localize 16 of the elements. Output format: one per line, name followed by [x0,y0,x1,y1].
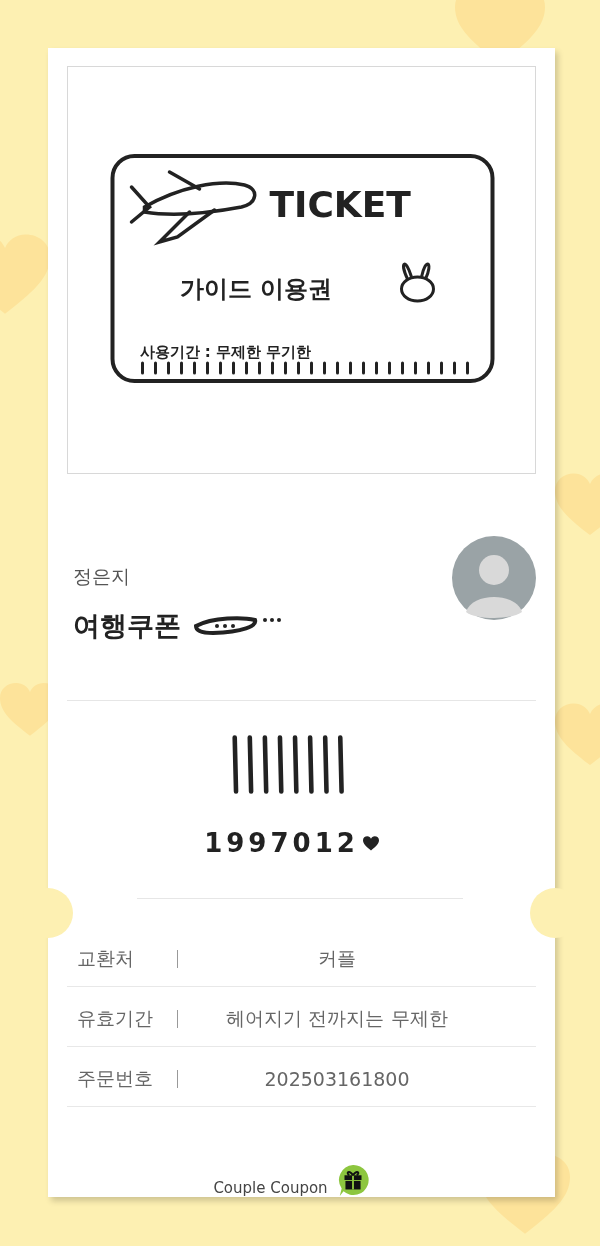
ticket-subtitle: 가이드 이용권 [179,275,332,303]
detail-value: 커플 [317,945,357,971]
detail-value: 202503161800 [263,1067,411,1090]
coupon-title: 여행쿠폰 [73,609,181,643]
detail-label: 유효기간 [77,1005,154,1031]
brand-name: Couple Coupon [213,1179,328,1197]
airplane-icon [193,614,283,638]
ticket-validity: 사용기간 : 무제한 무기한 [139,343,312,361]
heart-icon [362,835,379,851]
coupon-code: 1997012 [204,828,359,858]
owner-name: 정은지 [73,564,131,589]
ticket-title: TICKET [269,184,411,225]
detail-label: 교환처 [77,945,135,971]
rabbit-icon [400,262,435,303]
detail-value: 헤어지기 전까지는 무제한 [225,1005,449,1031]
detail-label: 주문번호 [77,1065,154,1091]
